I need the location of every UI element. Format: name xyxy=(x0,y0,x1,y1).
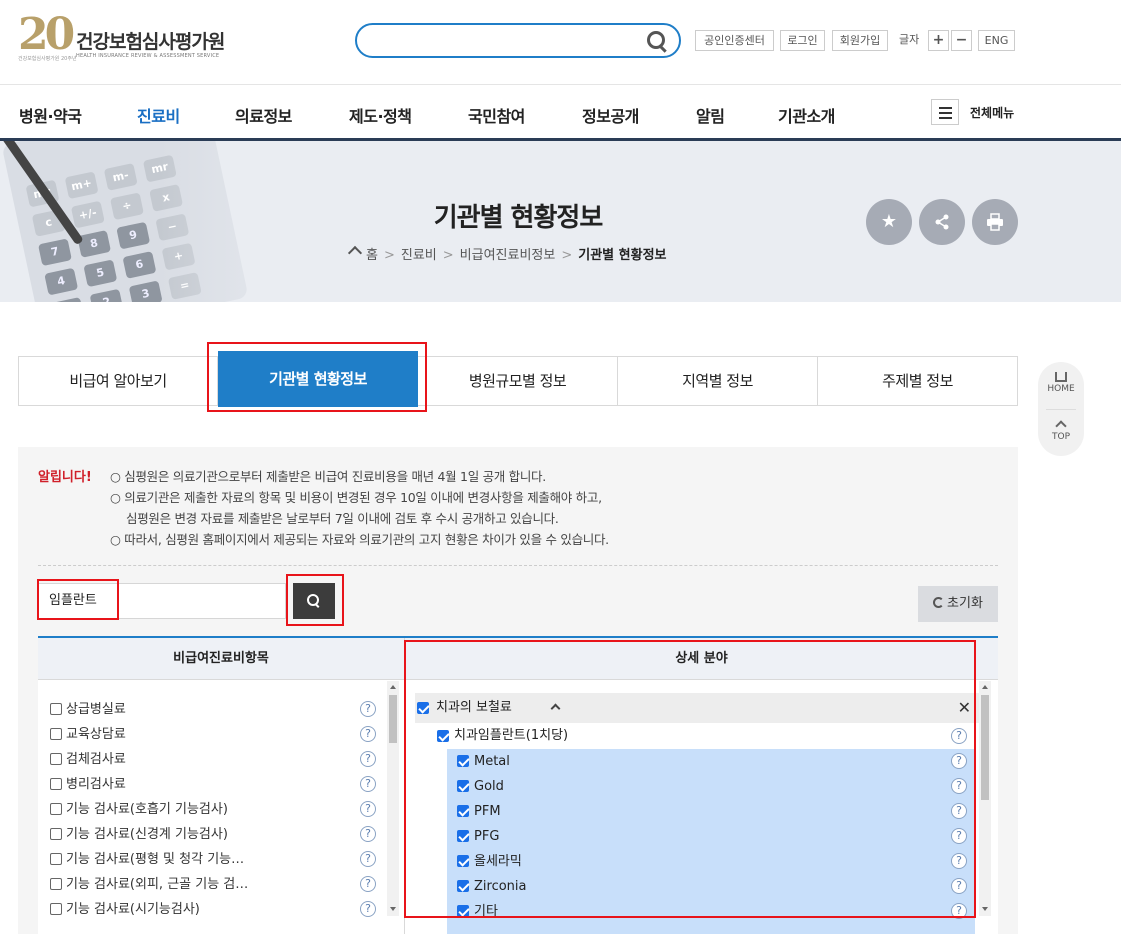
highlight-active-tab xyxy=(207,342,427,412)
site-logo[interactable]: 20 건강보험심사평가원 HEALTH INSURANCE REVIEW & A… xyxy=(18,13,233,65)
checkbox[interactable] xyxy=(50,853,62,865)
breadcrumb-current: 기관별 현황정보 xyxy=(578,248,667,263)
checkbox[interactable] xyxy=(50,728,62,740)
tab-region[interactable]: 지역별 정보 xyxy=(618,357,818,405)
nav-item-hospital-pharmacy[interactable]: 병원·약국 xyxy=(19,103,82,127)
highlight-search-button xyxy=(286,574,344,626)
quick-top-button[interactable]: TOP xyxy=(1038,420,1084,442)
help-icon[interactable]: ? xyxy=(360,851,376,867)
help-icon[interactable]: ? xyxy=(360,801,376,817)
left-column-header: 비급여진료비항목 xyxy=(38,638,404,680)
nav-item-medical-info[interactable]: 의료정보 xyxy=(235,103,292,127)
logo-anniversary-number: 20 xyxy=(18,9,75,60)
logo-tagline: 건강보험심사평가원 20주년 xyxy=(18,56,77,62)
quick-home-label: HOME xyxy=(1047,384,1075,394)
all-menu-label: 전체메뉴 xyxy=(970,106,1015,120)
font-size-label: 글자 xyxy=(899,33,920,46)
reset-button[interactable]: 초기화 xyxy=(918,586,998,622)
left-scrollbar[interactable] xyxy=(387,681,399,916)
notice-line: ○ 따라서, 심평원 홈페이지에서 제공되는 자료와 의료기관의 고지 현황은 … xyxy=(110,532,609,547)
nav-item-medical-fees[interactable]: 진료비 xyxy=(137,103,180,127)
help-icon[interactable]: ? xyxy=(360,876,376,892)
chevron-up-icon xyxy=(1055,420,1067,432)
quick-home-button[interactable]: HOME xyxy=(1038,372,1084,394)
notice-line: 심평원은 변경 자료를 제출받은 날로부터 7일 이내에 검토 후 수시 공개하… xyxy=(126,511,559,526)
help-icon[interactable]: ? xyxy=(360,776,376,792)
notice-line: ○ 심평원은 의료기관으로부터 제출받은 비급여 진료비용을 매년 4월 1일 … xyxy=(110,469,546,484)
signup-link[interactable]: 회원가입 xyxy=(832,30,888,51)
notice-line: ○ 의료기관은 제출한 자료의 항목 및 비용이 변경된 경우 10일 이내에 … xyxy=(110,490,602,505)
sub-tabs: 비급여 알아보기 기관별 현황정보 병원규모별 정보 지역별 정보 주제별 정보 xyxy=(18,351,1018,407)
nav-item-disclosure[interactable]: 정보공개 xyxy=(582,103,639,127)
checkbox[interactable] xyxy=(50,778,62,790)
nav-item-policy[interactable]: 제도·정책 xyxy=(349,103,412,127)
checkbox[interactable] xyxy=(50,703,62,715)
login-link[interactable]: 로그인 xyxy=(780,30,825,51)
breadcrumb-home[interactable]: 홈 xyxy=(366,248,378,263)
highlight-detail-column xyxy=(404,640,976,918)
breadcrumb-noncovered-info[interactable]: 비급여진료비정보 xyxy=(460,248,556,263)
breadcrumb: 홈 > 진료비 > 비급여진료비정보 > 기관별 현황정보 xyxy=(349,244,667,263)
help-icon[interactable]: ? xyxy=(360,751,376,767)
nav-item-participation[interactable]: 국민참여 xyxy=(468,103,525,127)
noncovered-item-list: 상급병실료 ? 교육상담료 ? 검체검사료 ? 병리검사료 ? 기능 검사료(호… xyxy=(38,681,404,934)
highlight-keyword xyxy=(37,579,119,620)
print-icon xyxy=(987,213,1003,231)
checkbox[interactable] xyxy=(50,878,62,890)
help-icon[interactable]: ? xyxy=(360,726,376,742)
home-icon xyxy=(1055,372,1067,382)
site-header: 20 건강보험심사평가원 HEALTH INSURANCE REVIEW & A… xyxy=(0,0,1121,84)
right-scrollbar[interactable] xyxy=(979,681,991,916)
home-icon xyxy=(349,249,362,259)
checkbox[interactable] xyxy=(50,803,62,815)
checkbox[interactable] xyxy=(50,828,62,840)
logo-name: 건강보험심사평가원 xyxy=(76,31,225,53)
notice-label: 알립니다! xyxy=(38,470,92,485)
favorite-button[interactable]: ★ xyxy=(866,199,912,245)
checkbox[interactable] xyxy=(50,903,62,915)
reset-label: 초기화 xyxy=(947,596,983,611)
nav-item-about[interactable]: 기관소개 xyxy=(778,103,835,127)
help-icon[interactable]: ? xyxy=(360,901,376,917)
english-link[interactable]: ENG xyxy=(978,30,1015,51)
help-icon[interactable]: ? xyxy=(360,701,376,717)
help-icon[interactable]: ? xyxy=(360,826,376,842)
font-decrease-button[interactable]: − xyxy=(951,30,972,51)
main-nav: 병원·약국 진료비 의료정보 제도·정책 국민참여 정보공개 알림 기관소개 전… xyxy=(0,84,1121,141)
star-icon: ★ xyxy=(880,211,898,232)
quick-nav: HOME TOP xyxy=(1038,362,1084,456)
quick-top-label: TOP xyxy=(1051,432,1070,442)
tab-topic[interactable]: 주제별 정보 xyxy=(818,357,1017,405)
logo-subtitle: HEALTH INSURANCE REVIEW & ASSESSMENT SER… xyxy=(76,53,220,59)
print-button[interactable] xyxy=(972,199,1018,245)
share-icon xyxy=(935,214,949,230)
refresh-icon xyxy=(933,597,945,608)
tab-hospital-size[interactable]: 병원규모별 정보 xyxy=(418,357,618,405)
hamburger-icon xyxy=(931,99,959,125)
nav-item-notice[interactable]: 알림 xyxy=(696,103,725,127)
tab-noncovered-overview[interactable]: 비급여 알아보기 xyxy=(19,357,218,405)
search-icon[interactable] xyxy=(647,31,667,51)
breadcrumb-medical-fees[interactable]: 진료비 xyxy=(401,248,437,263)
site-search-input[interactable] xyxy=(355,23,681,58)
cert-center-link[interactable]: 공인인증센터 xyxy=(695,30,774,51)
font-increase-button[interactable]: + xyxy=(928,30,949,51)
share-button[interactable] xyxy=(919,199,965,245)
divider xyxy=(38,565,998,566)
checkbox[interactable] xyxy=(50,753,62,765)
